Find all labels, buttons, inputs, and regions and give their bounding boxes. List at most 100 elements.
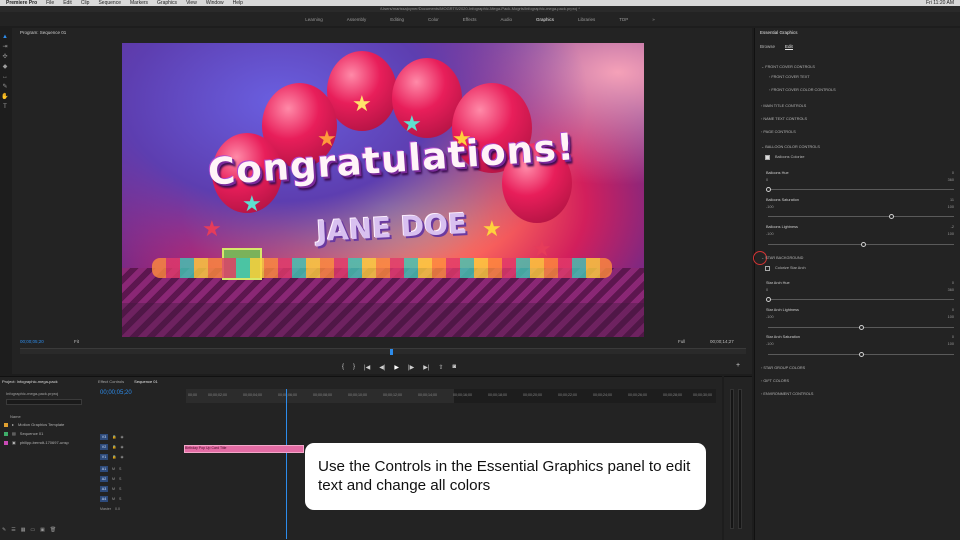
track-header-master[interactable]: Master 0.0 (100, 505, 182, 513)
track-header-a2[interactable]: A2 M S (100, 475, 182, 483)
timeline-playhead[interactable] (286, 389, 287, 539)
lock-icon[interactable]: 🔒 (112, 445, 116, 449)
section-balloon-color-controls[interactable]: BALLOON COLOR CONTROLS (761, 144, 820, 149)
timeline-clip[interactable]: Birthday Pop Up Card Title (184, 445, 304, 453)
export-frame-icon[interactable]: ◙ (452, 364, 456, 370)
star-arch-lightness-slider[interactable] (768, 325, 954, 330)
track-header-a4[interactable]: A4 M S (100, 495, 182, 503)
section-star-background[interactable]: STAR BACKGROUND (761, 255, 803, 260)
solo-icon[interactable]: S (119, 477, 121, 481)
eye-icon[interactable]: ◉ (120, 435, 123, 439)
workspace-editing[interactable]: Editing (378, 17, 416, 22)
tab-browse[interactable]: Browse (760, 44, 775, 50)
go-to-out-icon[interactable]: ▶| (423, 364, 429, 371)
play-icon[interactable]: ▶ (394, 364, 399, 371)
section-front-cover-controls[interactable]: FRONT COVER CONTROLS (761, 64, 815, 69)
tab-edit[interactable]: Edit (785, 44, 793, 50)
tab-effect-controls[interactable]: Effect Controls (98, 379, 124, 384)
eye-icon[interactable]: ◉ (120, 455, 123, 459)
project-name-header[interactable]: Name (10, 414, 21, 419)
workspace-audio[interactable]: Audio (488, 17, 524, 22)
star-arch-lightness-value[interactable]: 0 (952, 308, 954, 312)
lift-icon[interactable]: ⇧ (438, 364, 443, 371)
track-select-tool-icon[interactable]: ⇥ (2, 44, 7, 51)
project-item[interactable]: ▤ Sequence 01 (4, 431, 43, 436)
razor-tool-icon[interactable]: ◆ (3, 64, 8, 71)
essential-graphics-title[interactable]: Essential Graphics (760, 30, 798, 35)
star-arch-hue-slider[interactable] (766, 297, 954, 302)
lock-icon[interactable]: 🔒 (112, 455, 116, 459)
playhead-marker[interactable] (390, 349, 393, 355)
mark-out-icon[interactable]: } (353, 364, 355, 370)
section-main-title-controls[interactable]: MAIN TITLE CONTROLS (761, 104, 806, 108)
mute-icon[interactable]: M (112, 467, 115, 471)
track-header-a1[interactable]: A1 M S (100, 465, 182, 473)
balloons-lightness-knob[interactable] (860, 242, 866, 247)
colorize-star-arch-checkbox[interactable] (765, 266, 770, 271)
button-editor-icon[interactable]: + (736, 362, 740, 369)
star-arch-saturation-value[interactable]: 0 (952, 335, 954, 339)
track-header-a3[interactable]: A3 M S (100, 485, 182, 493)
balloons-lightness-value[interactable]: -2 (951, 225, 954, 229)
balloons-saturation-value[interactable]: 11 (950, 198, 954, 202)
track-header-v1[interactable]: V1 🔒 ◉ (100, 453, 182, 461)
project-item[interactable]: ▸ Motion Graphics Template (4, 422, 64, 427)
mark-in-icon[interactable]: { (342, 364, 344, 370)
slip-tool-icon[interactable]: ↔ (2, 74, 8, 81)
workspace-libraries[interactable]: Libraries (566, 17, 607, 22)
lock-icon[interactable]: 🔒 (112, 435, 116, 439)
solo-icon[interactable]: S (119, 497, 121, 501)
track-header-v3[interactable]: V3 🔒 ◉ (100, 433, 182, 441)
playhead-timecode[interactable]: 00;00;05;20 (20, 339, 44, 344)
resolution-select[interactable]: Full (678, 339, 685, 344)
master-value[interactable]: 0.0 (115, 507, 120, 511)
timeline-timecode[interactable]: 00;00;05;20 (100, 390, 132, 396)
pencil-icon[interactable]: ✎ (2, 527, 6, 533)
star-arch-saturation-knob[interactable] (859, 352, 864, 357)
go-to-in-icon[interactable]: |◀ (364, 364, 370, 371)
tab-project[interactable]: Project: Infographic-mega-pack (2, 379, 58, 384)
tab-sequence-01[interactable]: Sequence 01 (134, 379, 158, 384)
program-monitor-title[interactable]: Program: Sequence 01 (20, 30, 66, 35)
workspace-learning[interactable]: Learning (293, 17, 335, 22)
star-arch-hue-knob[interactable] (766, 297, 771, 302)
balloons-colorize-checkbox[interactable] (765, 155, 770, 160)
section-page-controls[interactable]: PAGE CONTROLS (761, 130, 795, 134)
workspaces-overflow-icon[interactable]: » (640, 17, 667, 22)
workspace-tdp[interactable]: TDP (607, 17, 640, 22)
timeline-ruler[interactable]: 00;00 00;00;02;00 00;00;04;00 00;00;06;0… (186, 389, 716, 403)
solo-icon[interactable]: S (119, 487, 121, 491)
mute-icon[interactable]: M (112, 487, 115, 491)
section-gift-colors[interactable]: GIFT COLORS (761, 379, 789, 383)
new-item-icon[interactable]: ▣ (40, 527, 45, 533)
balloons-hue-value[interactable]: 0 (952, 171, 954, 175)
icon-view-icon[interactable]: ▦ (21, 527, 26, 533)
section-name-text-controls[interactable]: NAME TEXT CONTROLS (761, 117, 807, 121)
mute-icon[interactable]: M (112, 497, 115, 501)
project-item[interactable]: ▣ philipp-berndt-170697-unsp (4, 440, 69, 445)
trash-icon[interactable]: 🗑 (50, 527, 56, 533)
selection-tool-icon[interactable]: ▲ (2, 34, 8, 41)
zoom-select[interactable]: Fit (74, 339, 79, 344)
pen-tool-icon[interactable]: ✎ (2, 84, 7, 91)
balloons-saturation-slider[interactable] (768, 214, 954, 219)
step-back-icon[interactable]: ◀| (379, 364, 385, 371)
new-bin-icon[interactable]: ▭ (30, 527, 35, 533)
eye-icon[interactable]: ◉ (120, 445, 123, 449)
balloons-hue-knob[interactable] (766, 187, 771, 192)
workspace-assembly[interactable]: Assembly (335, 17, 379, 22)
section-star-group-colors[interactable]: STAR GROUP COLORS (761, 366, 805, 370)
solo-icon[interactable]: S (119, 467, 121, 471)
workspace-graphics[interactable]: Graphics (524, 17, 566, 22)
balloons-lightness-slider[interactable] (768, 242, 954, 247)
workspace-color[interactable]: Color (416, 17, 451, 22)
mute-icon[interactable]: M (112, 477, 115, 481)
list-view-icon[interactable]: ☰ (11, 527, 15, 533)
star-arch-hue-value[interactable]: 0 (952, 281, 954, 285)
section-front-cover-text[interactable]: FRONT COVER TEXT (769, 75, 809, 79)
hand-tool-icon[interactable]: ✋ (1, 94, 8, 101)
star-arch-saturation-slider[interactable] (768, 352, 954, 357)
balloons-hue-slider[interactable] (766, 187, 954, 192)
track-header-v2[interactable]: V2 🔒 ◉ (100, 443, 182, 451)
type-tool-icon[interactable]: T (3, 104, 7, 111)
